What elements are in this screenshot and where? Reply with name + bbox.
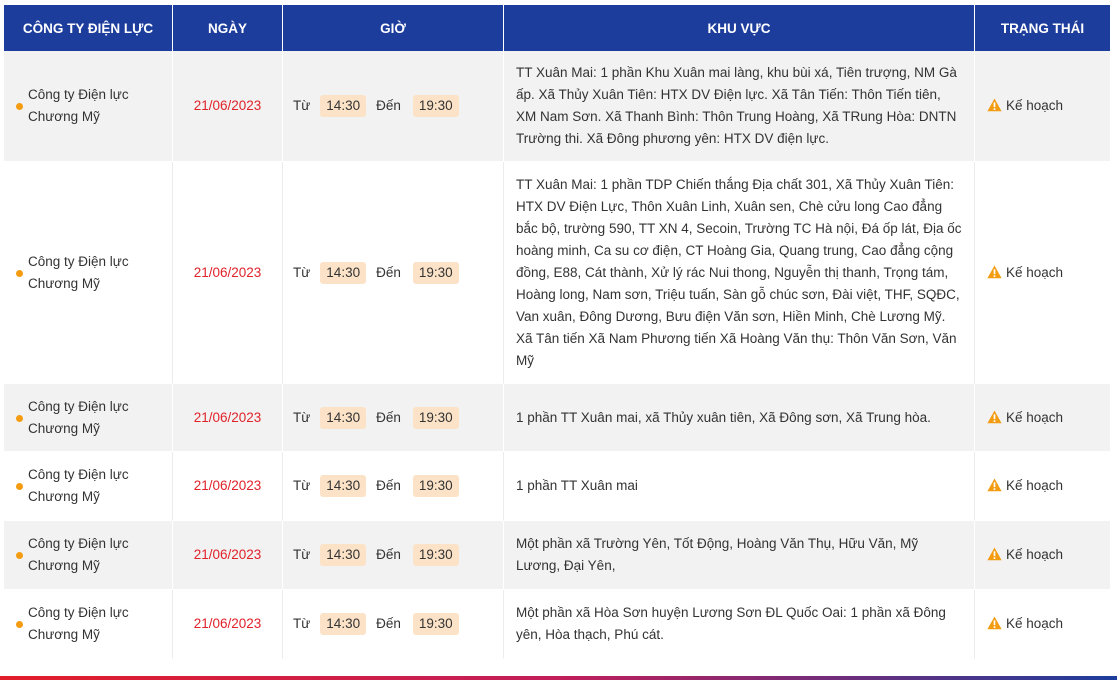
status-label: Kế hoạch (1006, 264, 1064, 280)
header-area: KHU VỰC (504, 5, 975, 51)
company-cell: Công ty Điện lực Chương Mỹ (4, 51, 173, 162)
bullet-dot-icon (16, 414, 23, 422)
bullet-dot-icon (16, 269, 23, 277)
bullet-dot-icon (16, 103, 23, 110)
table-row: Công ty Điện lực Chương Mỹ 21/06/2023 Từ 14… (4, 384, 1110, 452)
area-cell: TT Xuân Mai: 1 phần TDP Chiến thắng Địa … (504, 162, 975, 384)
header-company: CÔNG TY ĐIỆN LỰC (4, 5, 173, 51)
bullet-dot-icon (16, 552, 23, 559)
time-cell: Từ 14:30 Đến 19:30 (283, 384, 504, 452)
company-cell: Công ty Điện lực Chương Mỹ (4, 452, 173, 521)
to-label: Đến (376, 616, 401, 631)
warning-triangle-icon (987, 616, 1002, 630)
header-time: GIỜ (283, 5, 504, 51)
start-time-badge: 14:30 (320, 95, 367, 117)
to-label: Đến (376, 98, 401, 113)
date-cell: 21/06/2023 (173, 452, 283, 521)
start-time-badge: 14:30 (320, 613, 367, 635)
bullet-dot-icon (16, 483, 23, 490)
date-cell: 21/06/2023 (173, 51, 283, 162)
area-cell: TT Xuân Mai: 1 phần Khu Xuân mai làng, k… (504, 51, 975, 162)
company-name: Công ty Điện lực Chương Mỹ (28, 536, 129, 573)
warning-triangle-icon (987, 478, 1002, 492)
start-time-badge: 14:30 (320, 261, 367, 284)
to-label: Đến (376, 409, 401, 425)
warning-triangle-icon (987, 265, 1002, 278)
area-cell: 1 phần TT Xuân mai (504, 452, 975, 521)
company-name: Công ty Điện lực Chương Mỹ (28, 87, 129, 124)
end-time-badge: 19:30 (412, 406, 459, 429)
status-label: Kế hoạch (1006, 547, 1064, 562)
table-row: Công ty Điện lực Chương Mỹ 21/06/2023 Từ 14… (4, 162, 1110, 384)
company-name: Công ty Điện lực Chương Mỹ (28, 467, 129, 504)
area-cell: Một phần xã Hòa Sơn huyện Lương Sơn ĐL Q… (504, 590, 975, 659)
time-cell: Từ 14:30 Đến 19:30 (283, 452, 504, 521)
from-label: Từ (293, 547, 311, 562)
area-cell: 1 phần TT Xuân mai, xã Thủy xuân tiên, X… (504, 384, 975, 452)
status-cell: Kế hoạch (975, 384, 1110, 452)
date-cell: 21/06/2023 (173, 384, 283, 452)
to-label: Đến (376, 547, 401, 562)
company-cell: Công ty Điện lực Chương Mỹ (4, 384, 173, 452)
end-time-badge: 19:30 (412, 261, 459, 284)
company-name: Công ty Điện lực Chương Mỹ (28, 605, 129, 642)
table-row: Công ty Điện lực Chương Mỹ 21/06/2023 Từ 14… (4, 51, 1110, 162)
start-time-badge: 14:30 (320, 475, 367, 497)
table-row: Công ty Điện lực Chương Mỹ 21/06/2023 Từ 14… (4, 521, 1110, 590)
status-label: Kế hoạch (1006, 98, 1064, 113)
end-time-badge: 19:30 (412, 544, 459, 566)
from-label: Từ (293, 264, 311, 280)
from-label: Từ (293, 409, 311, 425)
status-cell: Kế hoạch (975, 51, 1110, 162)
date-cell: 21/06/2023 (173, 162, 283, 384)
date-cell: 21/06/2023 (173, 521, 283, 590)
header-date: NGÀY (173, 5, 283, 51)
outage-schedule-table-wrapper: CÔNG TY ĐIỆN LỰC NGÀY GIỜ KHU VỰC TRẠNG … (4, 5, 1110, 659)
status-label: Kế hoạch (1006, 409, 1064, 425)
outage-schedule-table: CÔNG TY ĐIỆN LỰC NGÀY GIỜ KHU VỰC TRẠNG … (4, 5, 1110, 659)
end-time-badge: 19:30 (412, 613, 459, 635)
from-label: Từ (293, 98, 311, 113)
to-label: Đến (376, 264, 401, 280)
status-label: Kế hoạch (1006, 478, 1064, 493)
company-name: Công ty Điện lực Chương Mỹ (28, 253, 129, 291)
company-cell: Công ty Điện lực Chương Mỹ (4, 590, 173, 659)
header-status: TRẠNG THÁI (975, 5, 1110, 51)
time-cell: Từ 14:30 Đến 19:30 (283, 590, 504, 659)
table-row: Công ty Điện lực Chương Mỹ 21/06/2023 Từ 14… (4, 590, 1110, 659)
company-cell: Công ty Điện lực Chương Mỹ (4, 521, 173, 590)
table-header-row: CÔNG TY ĐIỆN LỰC NGÀY GIỜ KHU VỰC TRẠNG … (4, 5, 1110, 51)
status-cell: Kế hoạch (975, 590, 1110, 659)
company-name: Công ty Điện lực Chương Mỹ (28, 398, 129, 436)
to-label: Đến (376, 478, 401, 493)
end-time-badge: 19:30 (412, 95, 459, 117)
from-label: Từ (293, 478, 311, 493)
status-cell: Kế hoạch (975, 452, 1110, 521)
company-cell: Công ty Điện lực Chương Mỹ (4, 162, 173, 384)
status-label: Kế hoạch (1006, 616, 1064, 631)
area-cell: Một phần xã Trường Yên, Tốt Động, Hoàng … (504, 521, 975, 590)
time-cell: Từ 14:30 Đến 19:30 (283, 51, 504, 162)
from-label: Từ (293, 616, 311, 631)
time-cell: Từ 14:30 Đến 19:30 (283, 521, 504, 590)
bullet-dot-icon (16, 621, 23, 628)
time-cell: Từ 14:30 Đến 19:30 (283, 162, 504, 384)
end-time-badge: 19:30 (412, 475, 459, 497)
start-time-badge: 14:30 (320, 406, 367, 429)
warning-triangle-icon (987, 410, 1002, 423)
status-cell: Kế hoạch (975, 521, 1110, 590)
date-cell: 21/06/2023 (173, 590, 283, 659)
bottom-gradient-bar (0, 676, 1117, 680)
start-time-badge: 14:30 (320, 544, 367, 566)
status-cell: Kế hoạch (975, 162, 1110, 384)
table-row: Công ty Điện lực Chương Mỹ 21/06/2023 Từ 14… (4, 452, 1110, 521)
warning-triangle-icon (987, 98, 1002, 112)
warning-triangle-icon (987, 547, 1002, 561)
